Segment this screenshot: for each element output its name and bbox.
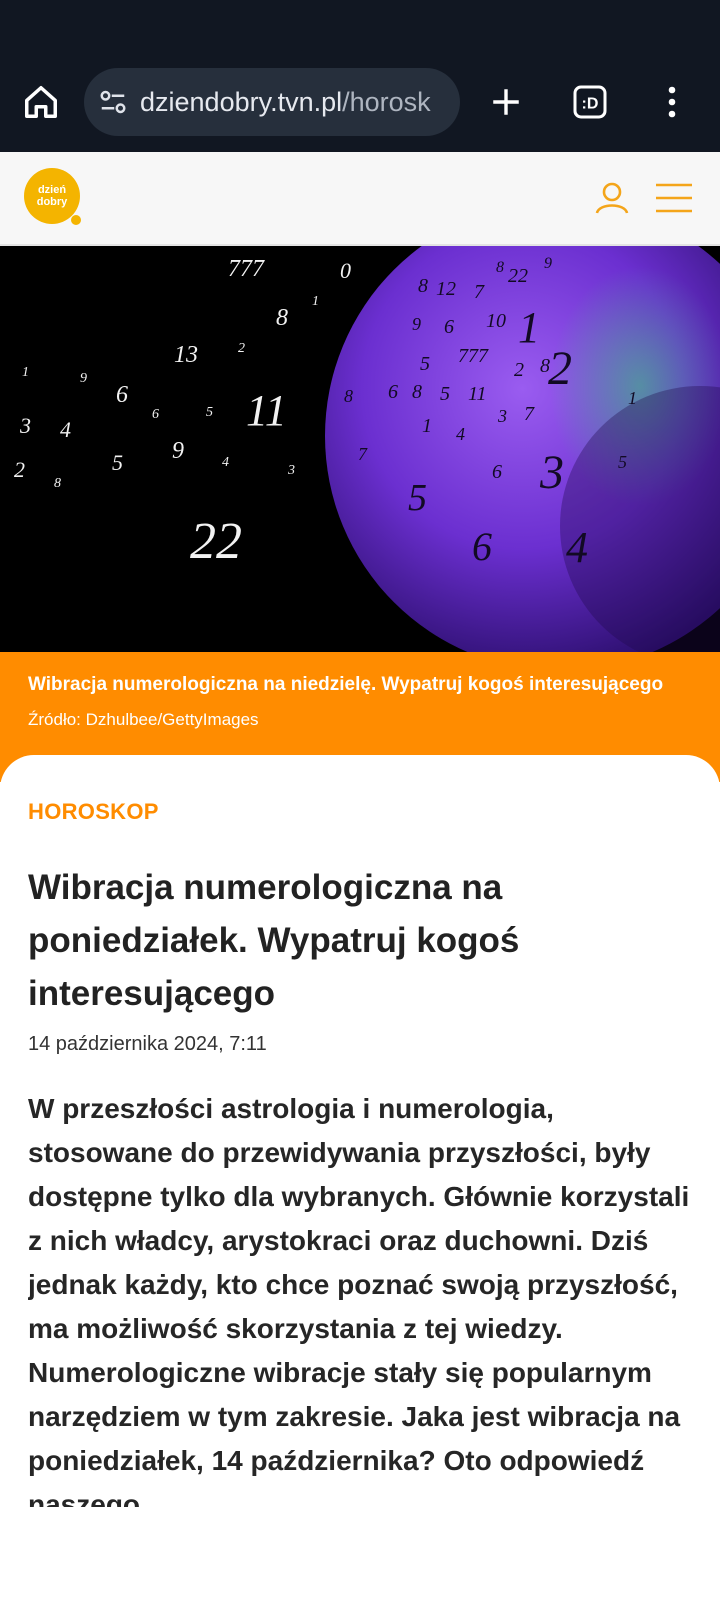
hero-number: 3: [497, 406, 507, 426]
hero-number: 2: [238, 341, 245, 356]
url-text: dziendobry.tvn.pl/horosk: [140, 87, 431, 118]
hero-number: 9: [172, 438, 184, 464]
site-header: dzień dobry: [0, 152, 720, 246]
site-settings-icon[interactable]: [98, 87, 128, 117]
hero-number: 6: [444, 316, 454, 338]
hero-number: 8: [496, 259, 504, 276]
article-category[interactable]: HOROSKOP: [28, 799, 159, 825]
hero-number: 2: [514, 359, 524, 381]
address-bar[interactable]: dziendobry.tvn.pl/horosk: [84, 68, 460, 136]
hero-number: 777: [228, 256, 265, 282]
hero-number: 5: [206, 405, 213, 420]
hero-number: 3: [19, 413, 31, 438]
hero-number: 6: [116, 382, 128, 408]
hero-number: 7: [474, 281, 485, 303]
hero-number: 4: [60, 417, 71, 442]
url-domain: dziendobry.tvn.pl: [140, 86, 343, 117]
hero-number: 13: [174, 342, 198, 368]
article-lead-container: W przeszłości astrologia i numerologia, …: [28, 1087, 698, 1507]
hero-number: 11: [468, 383, 487, 405]
hero-number: 8: [412, 381, 422, 403]
status-bar: [0, 0, 720, 60]
hero-number: 9: [544, 255, 552, 272]
hero-number: 5: [408, 477, 427, 519]
hero-number: 1: [518, 303, 540, 352]
hero-number: 8: [276, 305, 288, 331]
hero-number: 2: [14, 457, 25, 482]
tab-switcher-icon: :D: [573, 85, 607, 119]
hero-number: 6: [472, 524, 492, 569]
hamburger-menu-icon: [656, 183, 692, 213]
more-vertical-icon: [668, 86, 676, 118]
tab-switcher-button[interactable]: :D: [566, 78, 614, 126]
account-button[interactable]: [588, 174, 636, 222]
numerology-illustration: 777 0812131 966 5 113 4285 9 43228 12 78 2299 6 10 15…: [0, 246, 720, 652]
home-icon: [25, 86, 57, 118]
hero-number: 777: [458, 345, 489, 367]
article-lead: W przeszłości astrologia i numerologia, …: [28, 1093, 690, 1507]
hero-number: 12: [436, 278, 456, 300]
hero-number: 1: [312, 294, 319, 309]
article-headline: Wibracja numerologiczna na poniedziałek.…: [28, 868, 520, 1013]
user-icon: [595, 182, 629, 214]
hero-number: 4: [566, 523, 588, 572]
hero-number: 7: [524, 403, 535, 425]
hero-number: 5: [618, 452, 627, 472]
hero-number: 8: [344, 386, 353, 406]
hero-number: 1: [422, 415, 432, 437]
hero-number: 9: [412, 314, 421, 334]
hero-number: 8: [54, 476, 61, 491]
hero-number: 1: [22, 365, 29, 380]
caption-source: Źródło: Dzhulbee/GettyImages: [28, 710, 259, 729]
hero-number: 5: [440, 383, 450, 405]
url-path: /horosk: [342, 86, 431, 117]
logo-text-line1: dzień: [38, 184, 66, 196]
browser-menu-button[interactable]: [648, 78, 696, 126]
site-logo[interactable]: dzień dobry: [24, 168, 84, 228]
hero-number: 1: [628, 388, 637, 408]
hero-number: 5: [420, 353, 430, 375]
hero-number: 3: [287, 463, 295, 478]
hero-number: 4: [222, 455, 229, 470]
hero-number: 10: [486, 310, 506, 332]
hero-image: 777 0 8 1 2 13 1 9 6 6 5 11 3 4 2 8 5 9 4 3 22 8 12 7 8 22 9 9 6 10 1 5…: [0, 246, 720, 652]
hero-number: 22: [508, 265, 528, 287]
hero-number: 0: [340, 258, 351, 283]
hero-number: 11: [246, 386, 287, 435]
hero-number: 3: [539, 446, 564, 499]
hero-number: 6: [388, 381, 398, 403]
hero-number: 6: [492, 461, 502, 483]
article-card: HOROSKOP Wibracja numerologiczna na poni…: [0, 755, 720, 1600]
hero-number: 2: [548, 342, 572, 395]
logo-text-line2: dobry: [37, 196, 68, 208]
browser-toolbar: dziendobry.tvn.pl/horosk :D: [0, 60, 720, 152]
menu-button[interactable]: [650, 174, 698, 222]
hero-number: 8: [418, 275, 428, 297]
hero-number: 22: [190, 513, 242, 570]
hero-number: 5: [112, 450, 123, 475]
hero-number: 7: [358, 444, 368, 464]
new-tab-button[interactable]: [482, 78, 530, 126]
tab-count-badge: :D: [582, 96, 599, 113]
home-button[interactable]: [17, 78, 65, 126]
article-date: 14 października 2024, 7:11: [28, 1033, 267, 1055]
hero-number: 9: [80, 371, 87, 386]
plus-icon: [493, 89, 519, 115]
hero-number: 4: [456, 424, 465, 444]
hero-number: 6: [152, 407, 159, 422]
caption-title: Wibracja numerologiczna na niedzielę. Wy…: [28, 674, 664, 695]
